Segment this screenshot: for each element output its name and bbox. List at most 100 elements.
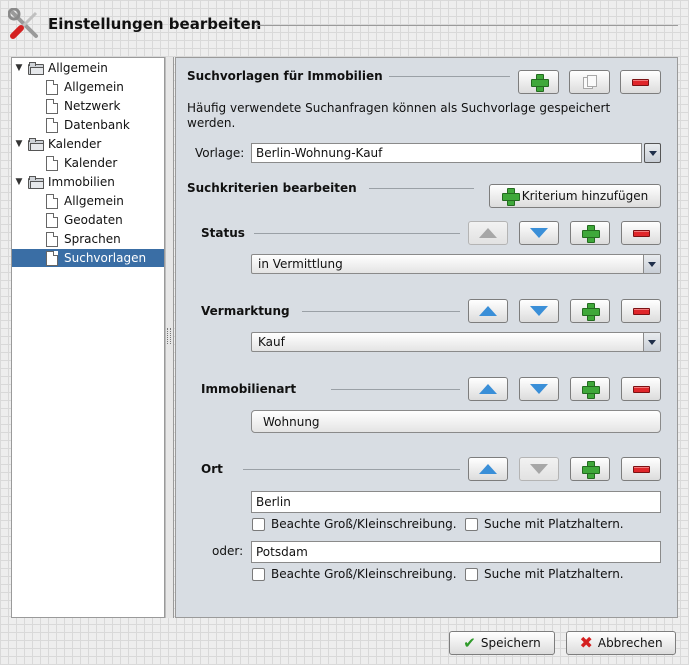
case-sensitive-checkbox-1[interactable] [252, 518, 265, 531]
document-icon [46, 193, 58, 209]
arrow-down-icon [530, 384, 548, 394]
ort-add-button[interactable] [570, 457, 610, 481]
copy-template-button[interactable] [569, 70, 610, 94]
expand-triangle-icon[interactable]: ▼ [14, 63, 24, 73]
tree-item-suchvorlagen[interactable]: Suchvorlagen [12, 249, 164, 267]
arrow-up-icon [479, 306, 497, 316]
vermarktung-remove-button[interactable] [621, 299, 661, 323]
status-title: Status [201, 226, 245, 240]
immobilienart-divider [331, 389, 460, 390]
cancel-button[interactable]: ✖ Abbrechen [566, 631, 676, 655]
immobilienart-move-down-button[interactable] [519, 377, 559, 401]
add-criterion-button[interactable]: Kriterium hinzufügen [489, 184, 661, 208]
plus-icon [501, 188, 520, 206]
splitter-grip[interactable] [167, 328, 171, 344]
tree-item-immobilien[interactable]: ▼ Immobilien [14, 173, 115, 191]
status-divider [254, 233, 460, 234]
add-template-button[interactable] [518, 70, 559, 94]
remove-template-button[interactable] [620, 70, 661, 94]
plus-icon [582, 381, 600, 399]
ort-remove-button[interactable] [621, 457, 661, 481]
case-sensitive-checkbox-2[interactable] [252, 568, 265, 581]
tree-item-label: Sprachen [64, 232, 121, 246]
chevron-down-icon[interactable] [643, 255, 660, 273]
templates-description: Häufig verwendete Suchanfragen können al… [187, 101, 611, 130]
status-select[interactable]: in Vermittlung [251, 254, 661, 274]
tree-item-label: Suchvorlagen [64, 251, 147, 265]
status-add-button[interactable] [570, 221, 610, 245]
document-icon [46, 250, 58, 266]
tree-item-datenbank[interactable]: Datenbank [46, 116, 130, 134]
vorlage-dropdown-button[interactable] [644, 143, 661, 163]
tree-item-immobilien-allgemein[interactable]: Allgemein [46, 192, 124, 210]
ort-move-up-button[interactable] [468, 457, 508, 481]
status-remove-button[interactable] [621, 221, 661, 245]
tree-item-label: Kalender [64, 156, 118, 170]
plus-icon [582, 461, 600, 479]
vermarktung-move-up-button[interactable] [468, 299, 508, 323]
immobilienart-move-up-button[interactable] [468, 377, 508, 401]
tree-item-allgemein[interactable]: ▼ Allgemein [14, 59, 108, 77]
immobilienart-add-button[interactable] [570, 377, 610, 401]
vermarktung-add-button[interactable] [570, 299, 610, 323]
vorlage-input[interactable]: Berlin-Wohnung-Kauf [251, 143, 642, 163]
chevron-down-icon[interactable] [643, 333, 660, 351]
arrow-down-icon [530, 228, 548, 238]
chevron-down-icon [648, 150, 657, 156]
immobilienart-remove-button[interactable] [621, 377, 661, 401]
arrow-down-icon [530, 464, 548, 474]
tree-item-label: Allgemein [64, 194, 124, 208]
wildcard-label-1: Suche mit Platzhaltern. [484, 517, 624, 531]
ort-input-1[interactable]: Berlin [251, 491, 661, 513]
tree-item-sprachen[interactable]: Sprachen [46, 230, 121, 248]
wildcard-checkbox-2[interactable] [465, 568, 478, 581]
status-move-up-button[interactable] [468, 221, 508, 245]
arrow-up-icon [479, 228, 497, 238]
templates-title: Suchvorlagen für Immobilien [187, 69, 383, 83]
expand-triangle-icon[interactable]: ▼ [14, 177, 24, 187]
ort-title: Ort [201, 462, 223, 476]
ort-move-down-button[interactable] [519, 457, 559, 481]
immobilienart-title: Immobilienart [201, 382, 297, 396]
cancel-label: Abbrechen [597, 636, 663, 650]
minus-icon [632, 78, 649, 86]
tree-item-label: Allgemein [48, 61, 108, 75]
ort-input-2[interactable]: Potsdam [251, 541, 661, 563]
arrow-up-icon [479, 464, 497, 474]
tree-item-netzwerk[interactable]: Netzwerk [46, 97, 120, 115]
tree-item-label: Allgemein [64, 80, 124, 94]
minus-icon [632, 307, 650, 315]
expand-triangle-icon[interactable]: ▼ [14, 139, 24, 149]
vorlage-label: Vorlage: [195, 146, 245, 160]
wildcard-label-2: Suche mit Platzhaltern. [484, 567, 624, 581]
document-icon [46, 79, 58, 95]
folder-icon [28, 137, 44, 151]
document-icon [46, 117, 58, 133]
status-value: in Vermittlung [258, 257, 343, 271]
tree-item-label: Immobilien [48, 175, 115, 189]
tree-item-kalender[interactable]: ▼ Kalender [14, 135, 102, 153]
vermarktung-move-down-button[interactable] [519, 299, 559, 323]
save-label: Speichern [480, 636, 541, 650]
tree-item-label: Kalender [48, 137, 102, 151]
immobilienart-value: Wohnung [263, 415, 320, 429]
title-divider [256, 25, 678, 26]
settings-tree[interactable]: ▼ Allgemein Allgemein Netzwerk Datenbank… [11, 57, 165, 618]
tree-item-geodaten[interactable]: Geodaten [46, 211, 123, 229]
tree-item-label: Netzwerk [64, 99, 121, 113]
vermarktung-title: Vermarktung [201, 304, 290, 318]
ort-divider [243, 469, 460, 470]
status-move-down-button[interactable] [519, 221, 559, 245]
wildcard-checkbox-1[interactable] [465, 518, 478, 531]
document-icon [46, 212, 58, 228]
close-icon: ✖ [579, 633, 593, 652]
plus-icon [582, 303, 600, 321]
minus-icon [632, 465, 650, 473]
save-button[interactable]: ✔ Speichern [449, 631, 555, 655]
vermarktung-select[interactable]: Kauf [251, 332, 661, 352]
plus-icon [530, 74, 549, 92]
tree-item-allgemein-allgemein[interactable]: Allgemein [46, 78, 124, 96]
check-icon: ✔ [463, 633, 476, 652]
tree-item-kalender-kalender[interactable]: Kalender [46, 154, 117, 172]
immobilienart-select[interactable]: Wohnung [251, 410, 661, 433]
